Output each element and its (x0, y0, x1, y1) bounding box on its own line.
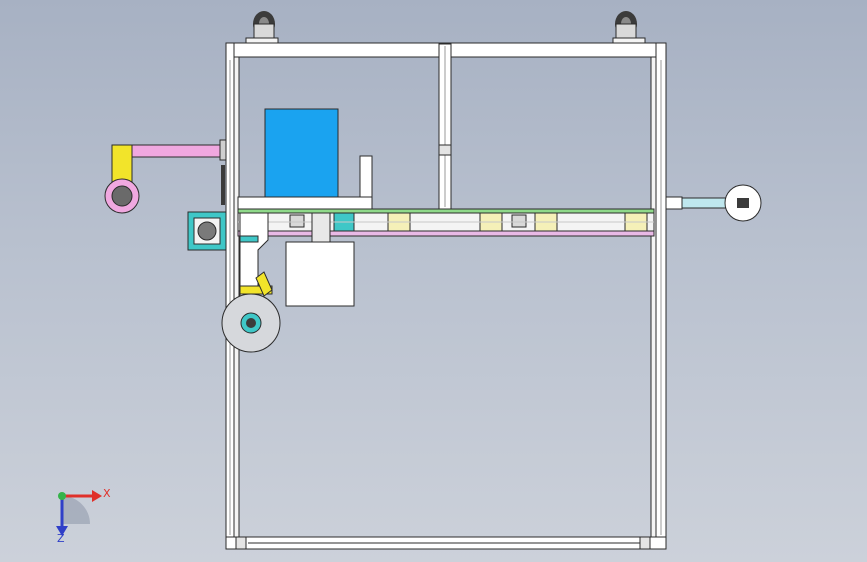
axis-triad (56, 490, 102, 536)
caster-left (245, 11, 279, 44)
left-mount-block (187, 211, 227, 251)
middle-post (438, 43, 452, 210)
gearbox-box (285, 241, 355, 307)
caster-right (612, 11, 646, 44)
motor-blue (264, 108, 339, 198)
axis-label-x: X (103, 487, 111, 500)
conveyor-bed (237, 208, 655, 237)
frame-right-post-inner (650, 56, 657, 550)
left-arm-assembly (104, 139, 227, 214)
axis-label-z: Z (57, 532, 65, 545)
short-post (359, 155, 373, 199)
shaft-coupling (311, 212, 331, 244)
machine-drawing (56, 11, 762, 550)
right-rod-assembly (665, 184, 762, 222)
cad-viewport[interactable]: X Z (0, 0, 867, 562)
